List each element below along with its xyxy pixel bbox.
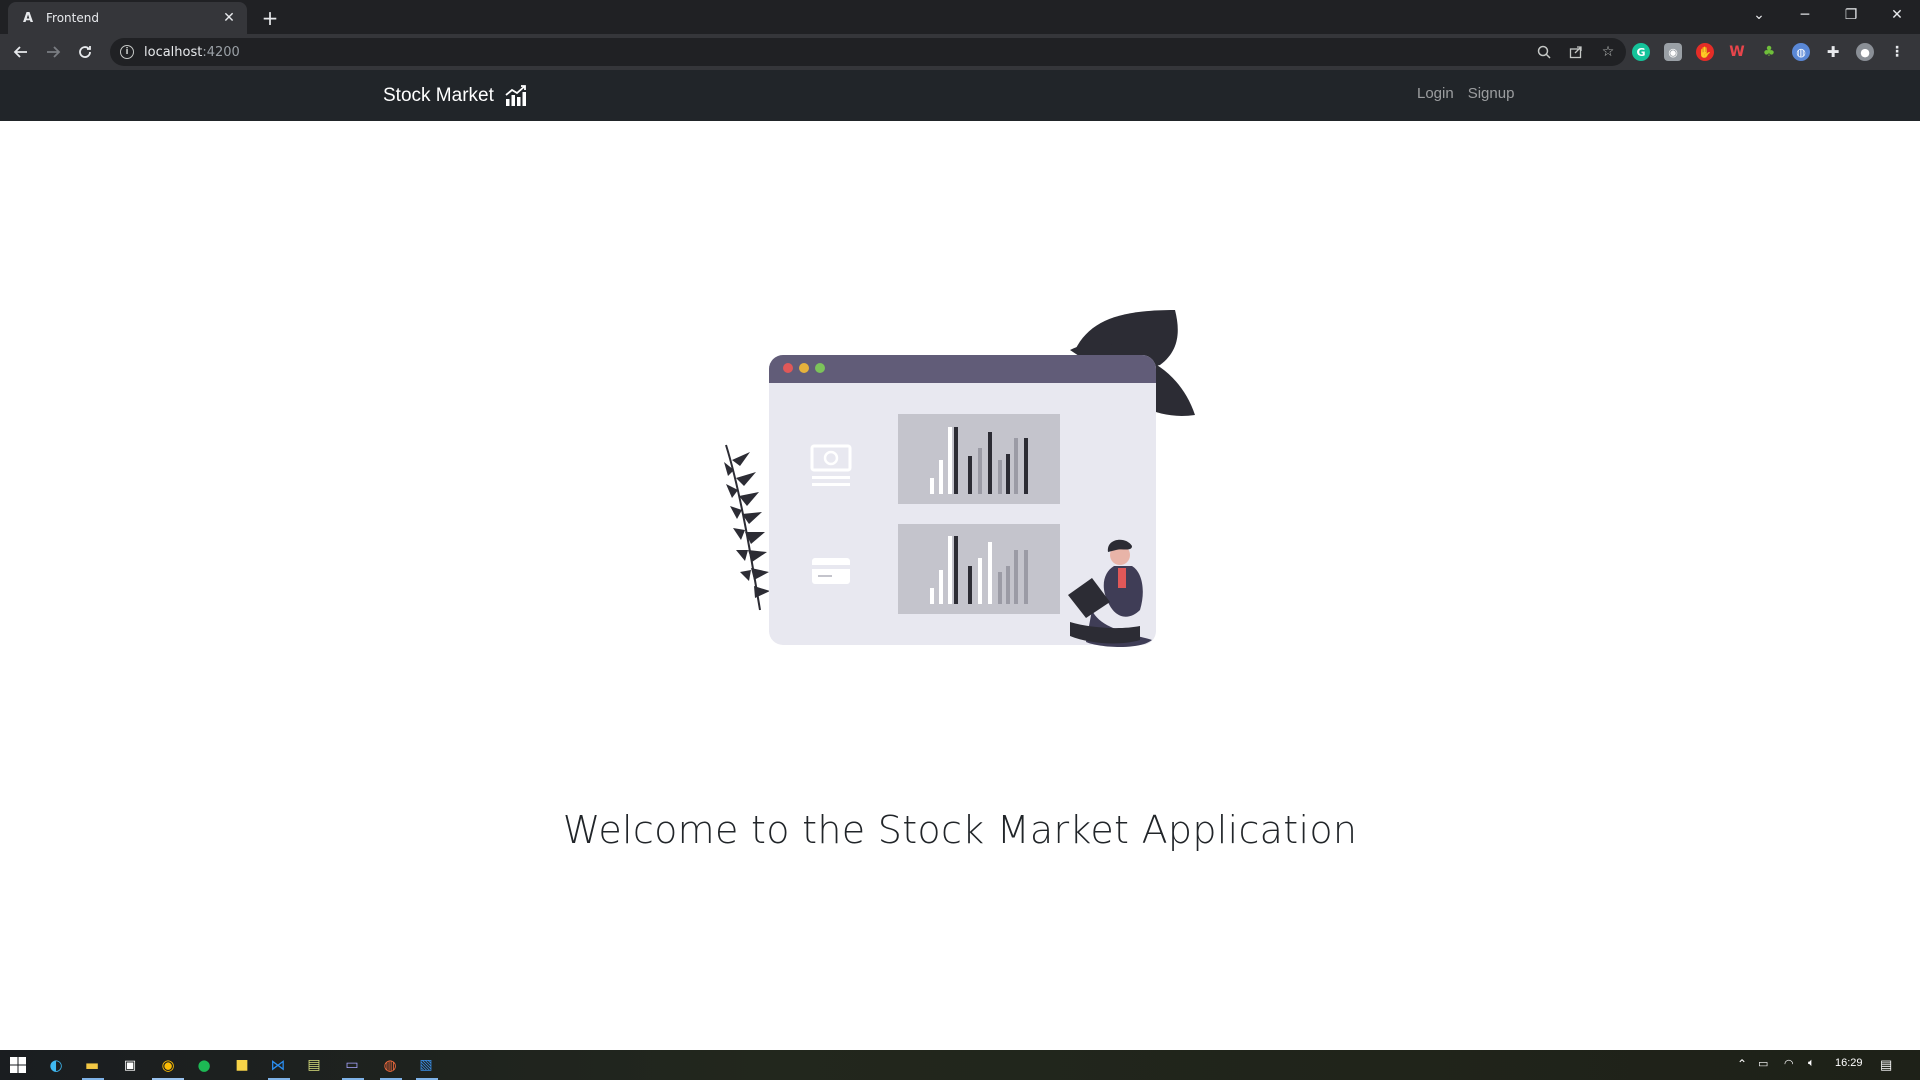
adblock-extension-icon[interactable]: ✋: [1696, 43, 1714, 61]
wifi-icon[interactable]: ◠: [1784, 1057, 1794, 1070]
show-hidden-icons-icon[interactable]: ⌃: [1737, 1057, 1747, 1071]
chrome-icon[interactable]: ◉: [158, 1055, 178, 1075]
minimize-button[interactable]: ─: [1782, 0, 1828, 30]
notepad-icon[interactable]: ▤: [304, 1055, 324, 1075]
fern-decoration-icon: [724, 444, 770, 611]
w-extension-icon[interactable]: W: [1728, 43, 1746, 61]
brand-text: Stock Market: [383, 85, 494, 106]
windows-start-icon[interactable]: [8, 1055, 28, 1075]
edge-icon[interactable]: ◐: [46, 1055, 66, 1075]
angular-favicon-icon: A: [22, 10, 34, 26]
globe-extension-icon[interactable]: ◍: [1792, 43, 1810, 61]
url-host: localhost: [144, 44, 203, 60]
back-button[interactable]: [8, 39, 34, 65]
file-explorer-icon[interactable]: ▬: [82, 1055, 102, 1075]
reload-button[interactable]: [72, 39, 98, 65]
share-icon[interactable]: [1566, 42, 1586, 62]
url-text: localhost:4200: [144, 45, 240, 60]
app-navbar: Stock Market Login Signup: [0, 70, 1920, 121]
notifications-icon[interactable]: ▤: [1880, 1057, 1892, 1073]
url-port: :4200: [202, 44, 240, 60]
bookmark-star-icon[interactable]: ☆: [1598, 42, 1618, 62]
chart-growth-icon: [505, 85, 526, 106]
close-tab-icon[interactable]: ✕: [221, 10, 237, 26]
vscode-icon[interactable]: ⋈: [268, 1055, 288, 1075]
tab-search-icon[interactable]: ⌄: [1736, 0, 1782, 30]
spotify-icon[interactable]: ●: [194, 1055, 214, 1075]
site-info-icon[interactable]: i: [120, 45, 134, 59]
clock-time[interactable]: 16:29: [1835, 1057, 1863, 1069]
signup-link[interactable]: Signup: [1468, 85, 1515, 102]
forward-button[interactable]: [40, 39, 66, 65]
profile-avatar[interactable]: ●: [1856, 43, 1874, 61]
photos-icon[interactable]: ▧: [416, 1055, 436, 1075]
login-link[interactable]: Login: [1417, 85, 1454, 102]
new-tab-button[interactable]: +: [258, 6, 282, 30]
postman-icon[interactable]: ◍: [380, 1055, 400, 1075]
address-bar[interactable]: i localhost:4200 ☆: [110, 38, 1626, 66]
brand-link[interactable]: Stock Market: [383, 84, 528, 108]
zoom-icon[interactable]: [1534, 42, 1554, 62]
battery-icon[interactable]: ▭: [1758, 1057, 1768, 1070]
store-icon[interactable]: ▣: [120, 1055, 140, 1075]
volume-icon[interactable]: 🔈︎: [1808, 1057, 1815, 1070]
stock-dashboard-illustration: [724, 310, 1195, 647]
tree-extension-icon[interactable]: ♣: [1760, 43, 1778, 61]
credit-card-icon: [812, 558, 850, 584]
close-window-button[interactable]: ✕: [1874, 0, 1920, 30]
browser-menu-icon[interactable]: ⋮: [1888, 43, 1906, 61]
extensions-puzzle-icon[interactable]: ✚: [1824, 43, 1842, 61]
grammarly-extension-icon[interactable]: G: [1632, 43, 1650, 61]
browser-tab[interactable]: A Frontend ✕: [8, 2, 247, 34]
restore-button[interactable]: ❐: [1828, 0, 1874, 30]
welcome-heading: Welcome to the Stock Market Application: [562, 808, 1358, 852]
camera-extension-icon[interactable]: ◉: [1664, 43, 1682, 61]
terminal-icon[interactable]: ▭: [342, 1055, 362, 1075]
browser-tabstrip: A Frontend ✕ + ⌄ ─ ❐ ✕: [0, 0, 1920, 34]
sticky-notes-icon[interactable]: ■: [232, 1055, 252, 1075]
windows-taskbar: ◐ ▬ ▣ ◉ ● ■ ⋈ ▤ ▭ ◍ ▧ ⌃ ▭ ◠ 🔈︎ 16:29 ▤: [0, 1050, 1920, 1080]
tab-title: Frontend: [46, 11, 99, 25]
browser-toolbar: i localhost:4200 ☆ G ◉ ✋ W ♣ ◍ ✚ ● ⋮: [0, 34, 1920, 70]
